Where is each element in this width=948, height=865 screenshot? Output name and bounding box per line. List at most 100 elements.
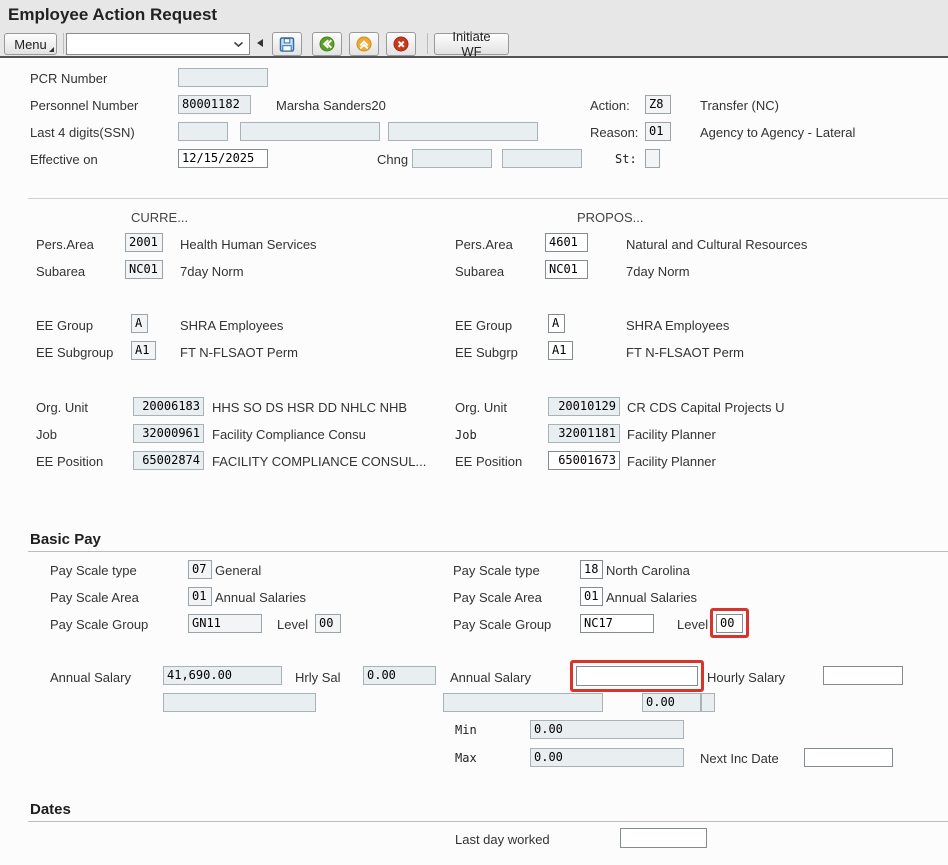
page-title: Employee Action Request: [8, 5, 217, 25]
current-job-field: 32000961: [133, 424, 204, 443]
last-day-worked-label: Last day worked: [455, 832, 550, 847]
current-column-header: CURRE...: [131, 210, 188, 225]
initiate-wf-label: Initiate WF: [441, 29, 502, 59]
current-job-text: Facility Compliance Consu: [212, 427, 366, 442]
proposed-pay-scale-area-text: Annual Salaries: [606, 590, 697, 605]
reason-text: Agency to Agency - Lateral: [700, 125, 855, 140]
current-pay-scale-type-label: Pay Scale type: [50, 563, 137, 578]
proposed-pay-scale-group-label: Pay Scale Group: [453, 617, 551, 632]
proposed-level-label: Level: [677, 617, 708, 632]
current-pers-area-text: Health Human Services: [180, 237, 317, 252]
current-job-label: Job: [36, 427, 57, 442]
current-org-unit-field: 20006183: [133, 397, 204, 416]
current-pay-scale-group-label: Pay Scale Group: [50, 617, 148, 632]
annual-salary-highlight-box: [570, 660, 704, 692]
proposed-ee-group-label: EE Group: [455, 318, 512, 333]
effective-on-label: Effective on: [30, 152, 98, 167]
min-label: Min: [455, 723, 477, 737]
save-icon: [279, 36, 295, 53]
dates-divider: [28, 821, 948, 822]
current-org-unit-text: HHS SO DS HSR DD NHLC NHB: [212, 400, 407, 415]
current-ee-subgroup-label: EE Subgroup: [36, 345, 113, 360]
current-ee-position-field: 65002874: [133, 451, 204, 470]
basic-pay-divider: [28, 551, 948, 552]
back-icon: [319, 35, 335, 53]
proposed-ee-position-label: EE Position: [455, 454, 522, 469]
st-field: [645, 149, 660, 168]
proposed-ee-position-text: Facility Planner: [627, 454, 716, 469]
current-salary-row2-field: [163, 693, 316, 712]
cancel-icon: [393, 35, 409, 53]
exit-button[interactable]: [349, 32, 379, 56]
proposed-ee-subgroup-text: FT N-FLSAOT Perm: [626, 345, 744, 360]
ssn-field-1: [178, 122, 228, 141]
reason-label: Reason:: [590, 125, 638, 140]
proposed-ee-position-field[interactable]: 65001673: [548, 451, 620, 470]
ssn-field-3: [388, 122, 538, 141]
current-hrly-sal-label: Hrly Sal: [295, 670, 341, 685]
ssn-label: Last 4 digits(SSN): [30, 125, 135, 140]
proposed-subarea-text: 7day Norm: [626, 264, 690, 279]
proposed-column-header: PROPOS...: [577, 210, 643, 225]
basic-pay-section-title: Basic Pay: [30, 531, 101, 548]
proposed-pay-scale-type-text: North Carolina: [606, 563, 690, 578]
ssn-field-2: [240, 122, 380, 141]
current-subarea-text: 7day Norm: [180, 264, 244, 279]
current-pay-scale-area-text: Annual Salaries: [215, 590, 306, 605]
proposed-hourly-salary-field[interactable]: [823, 666, 903, 685]
proposed-salary-row2-left-field: [443, 693, 603, 712]
current-level-label: Level: [277, 617, 308, 632]
current-pay-scale-area-field: 01: [188, 587, 212, 606]
current-ee-position-text: FACILITY COMPLIANCE CONSUL...: [212, 454, 426, 469]
current-ee-subgroup-field: A1: [131, 341, 156, 360]
personnel-number-name-text: Marsha Sanders20: [276, 98, 386, 113]
proposed-job-text: Facility Planner: [627, 427, 716, 442]
current-ee-position-label: EE Position: [36, 454, 103, 469]
proposed-pay-scale-area-field[interactable]: 01: [580, 587, 603, 606]
current-subarea-field: NC01: [125, 260, 163, 279]
proposed-pay-scale-type-field[interactable]: 18: [580, 560, 603, 579]
proposed-job-field: 32001181: [548, 424, 620, 443]
proposed-ee-group-field[interactable]: A: [548, 314, 565, 333]
initiate-wf-button[interactable]: Initiate WF: [434, 33, 509, 55]
current-pay-scale-area-label: Pay Scale Area: [50, 590, 139, 605]
proposed-salary-row2-amount-field: 0.00: [642, 693, 701, 712]
current-ee-subgroup-text: FT N-FLSAOT Perm: [180, 345, 298, 360]
proposed-subarea-field[interactable]: NC01: [545, 260, 588, 279]
current-pay-scale-type-text: General: [215, 563, 261, 578]
collapse-left-icon[interactable]: [257, 39, 263, 47]
cancel-button[interactable]: [386, 32, 416, 56]
toolbar-separator: [63, 33, 64, 54]
effective-on-field[interactable]: 12/15/2025: [178, 149, 268, 168]
current-pers-area-field: 2001: [125, 233, 163, 252]
current-annual-salary-field: 41,690.00: [163, 666, 282, 685]
menu-button-label: Menu: [14, 37, 47, 52]
toolbar-separator: [427, 33, 428, 54]
max-label: Max: [455, 751, 477, 765]
proposed-pay-scale-group-field[interactable]: NC17: [580, 614, 654, 633]
command-combobox[interactable]: [66, 33, 250, 55]
next-inc-date-field[interactable]: [804, 748, 893, 767]
level-highlight-box: [710, 608, 749, 638]
last-day-worked-field[interactable]: [620, 828, 707, 848]
back-button[interactable]: [312, 32, 342, 56]
proposed-annual-salary-label: Annual Salary: [450, 670, 531, 685]
proposed-pers-area-label: Pers.Area: [455, 237, 513, 252]
pcr-number-label: PCR Number: [30, 71, 107, 86]
menu-button[interactable]: Menu: [4, 33, 57, 55]
proposed-pers-area-field[interactable]: 4601: [545, 233, 588, 252]
dates-section-title: Dates: [30, 801, 71, 818]
proposed-ee-subgroup-field[interactable]: A1: [548, 341, 573, 360]
exit-icon: [356, 35, 372, 53]
proposed-ee-subgroup-label: EE Subgrp: [455, 345, 518, 360]
action-label: Action:: [590, 98, 630, 113]
save-button[interactable]: [272, 32, 302, 56]
proposed-salary-row2-small-field: [701, 693, 715, 712]
current-org-unit-label: Org. Unit: [36, 400, 88, 415]
current-subarea-label: Subarea: [36, 264, 85, 279]
chng-label: Chng: [377, 152, 408, 167]
employee-action-request-window: Employee Action Request Menu: [0, 0, 948, 865]
section-divider: [28, 198, 948, 199]
action-text: Transfer (NC): [700, 98, 779, 113]
proposed-org-unit-field: 20010129: [548, 397, 620, 416]
